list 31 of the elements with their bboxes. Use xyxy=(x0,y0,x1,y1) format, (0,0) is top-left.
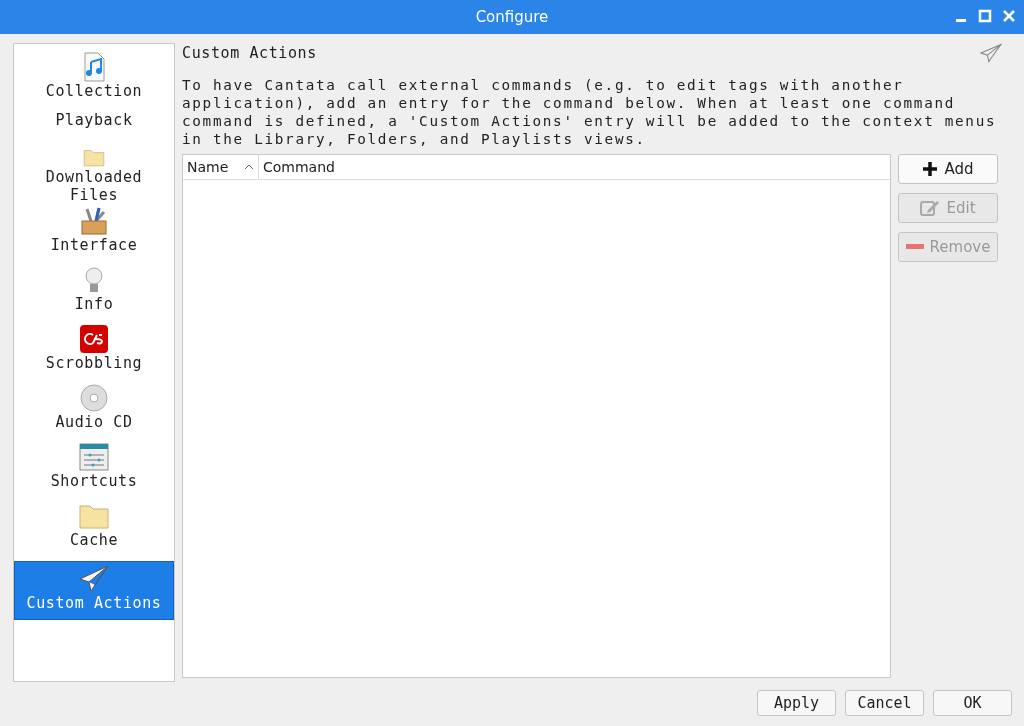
sidebar-item[interactable]: Shortcuts xyxy=(14,440,174,499)
sidebar-item[interactable]: Playback xyxy=(14,109,174,145)
column-header[interactable]: Name xyxy=(183,155,259,179)
close-icon[interactable] xyxy=(1002,9,1016,23)
window-title: Configure xyxy=(475,6,549,28)
dialog-button[interactable]: Cancel xyxy=(845,690,924,716)
sidebar-item[interactable]: Interface xyxy=(14,204,174,263)
sidebar-item[interactable]: Cache xyxy=(14,499,174,558)
action-button[interactable]: Add xyxy=(898,154,998,184)
sidebar-item[interactable]: Info xyxy=(14,263,174,322)
minus-icon xyxy=(905,244,924,250)
disc-icon xyxy=(79,383,109,413)
sidebar-item[interactable]: Scrobbling xyxy=(14,322,174,381)
dialog-button[interactable]: OK xyxy=(933,690,1012,716)
plus-icon xyxy=(922,161,939,177)
scrobble-icon xyxy=(79,324,109,354)
edit-icon xyxy=(920,199,941,217)
maximize-icon[interactable] xyxy=(978,9,992,23)
sliders-icon xyxy=(79,442,109,472)
sort-ascending-icon xyxy=(244,164,254,170)
sidebar-item[interactable]: Collection xyxy=(14,50,174,109)
sidebar-item[interactable]: Custom Actions xyxy=(14,561,174,620)
column-header[interactable]: Command xyxy=(259,155,890,179)
toolbox-icon xyxy=(79,206,109,236)
paper-plane-icon xyxy=(980,43,1002,63)
dialog-button[interactable]: Apply xyxy=(757,690,836,716)
page-title: Custom Actions xyxy=(182,42,317,64)
sidebar-item[interactable]: Downloaded Files xyxy=(14,145,174,204)
paper-plane-icon xyxy=(79,564,109,594)
description-text: To have Cantata call external commands (e.g. to edit tags with another application), add an entry for the command below. When at least one command command is defined, a 'Custom Actions' entry will be added to the context menus in the Library, Folders, and Playlists views. xyxy=(182,76,998,148)
sidebar-item[interactable]: Audio CD xyxy=(14,381,174,440)
